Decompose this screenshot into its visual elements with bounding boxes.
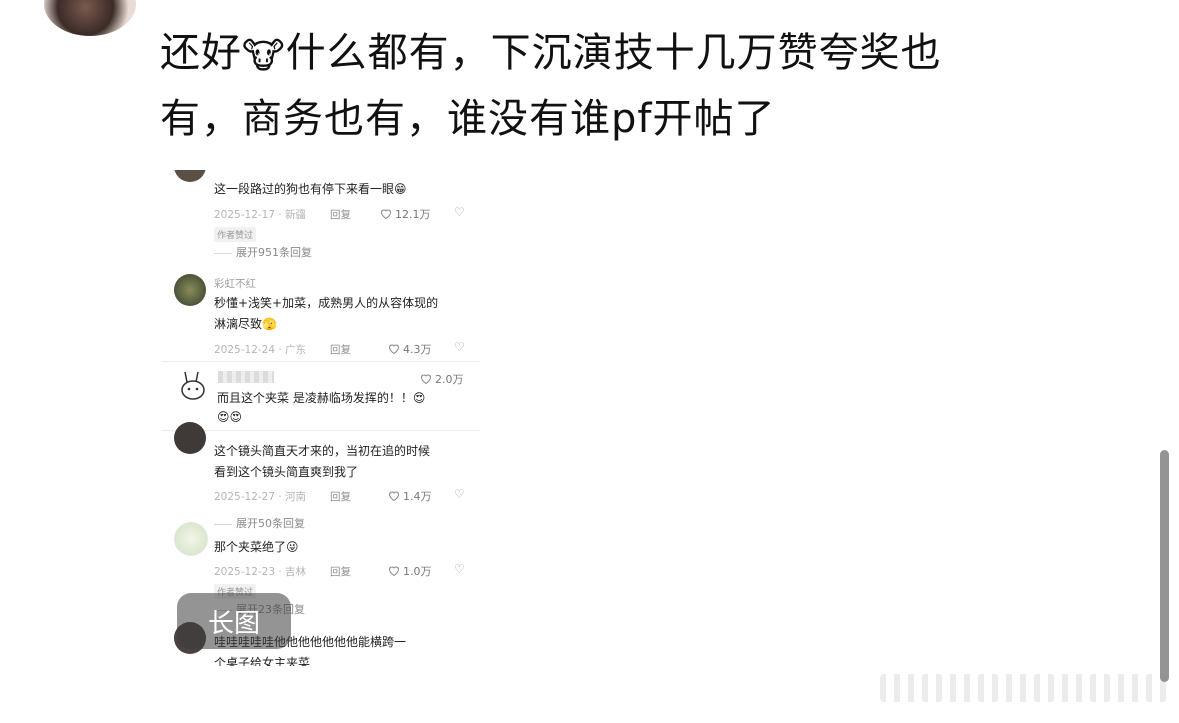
reply-button: 回复 bbox=[330, 491, 351, 503]
scrollbar[interactable] bbox=[1160, 450, 1169, 682]
comment-avatar bbox=[174, 522, 208, 556]
dislike-icon: ♡ bbox=[454, 562, 465, 576]
heart-outline-icon bbox=[380, 209, 392, 219]
comment-text-line2: 看到这个镜头简直爽到我了 bbox=[214, 465, 359, 479]
like-count: 2.0万 bbox=[420, 371, 464, 387]
comment-text-line2: 😍😍 bbox=[217, 410, 243, 424]
heart-outline-icon bbox=[388, 491, 400, 501]
heart-outline-icon bbox=[388, 344, 400, 354]
heart-outline-icon bbox=[388, 566, 400, 576]
long-image-badge[interactable]: 长图 bbox=[177, 593, 291, 649]
reply-button: 回复 bbox=[330, 344, 351, 356]
dislike-icon: ♡ bbox=[454, 340, 465, 354]
post-line-2: 有，商务也有，谁没有谁pf开帖了 bbox=[160, 96, 776, 142]
comment-text-line2: 淋漓尽致🫣 bbox=[214, 317, 277, 331]
comment-text-line2: 个桌子给女主夹菜 bbox=[214, 656, 311, 666]
comment-date-location: 2025-12-24 · 广东 bbox=[214, 344, 307, 356]
comment-text: 这一段路过的狗也有停下来看一眼😁 bbox=[214, 182, 407, 196]
comment-text-line1: 秒懂+浅笑+加菜，成熟男人的从容体现的 bbox=[214, 296, 439, 310]
comment-date-location: 2025-12-23 · 吉林 bbox=[214, 566, 307, 578]
comment-date-location: 2025-12-17 · 新疆 bbox=[214, 209, 307, 221]
comment-date-location: 2025-12-27 · 河南 bbox=[214, 491, 307, 503]
like-count: 12.1万 bbox=[380, 206, 431, 222]
heart-outline-icon bbox=[420, 374, 432, 384]
comment-avatar bbox=[174, 422, 206, 454]
comment-text-line1: 而且这个夹菜 是凌赫临场发挥的！！😍 bbox=[217, 391, 426, 405]
like-count: 1.4万 bbox=[388, 488, 432, 504]
dislike-icon: ♡ bbox=[454, 487, 465, 501]
reply-button: 回复 bbox=[330, 566, 351, 578]
comment-avatar bbox=[174, 274, 206, 306]
like-count: 1.0万 bbox=[388, 563, 432, 579]
watermark-strip bbox=[880, 674, 1170, 702]
rabbit-doodle-avatar-icon bbox=[181, 371, 205, 400]
expand-replies: 展开951条回复 bbox=[214, 244, 312, 260]
like-count: 4.3万 bbox=[388, 341, 432, 357]
dislike-icon: ♡ bbox=[454, 205, 465, 219]
comment-text: 那个夹菜绝了😜 bbox=[214, 540, 299, 554]
author-liked-tag: 作者赞过 bbox=[214, 227, 257, 242]
comment-avatar bbox=[174, 170, 206, 182]
post-line-1: 还好🐮什么都有，下沉演技十几万赞夸奖也 bbox=[160, 22, 1120, 88]
comment-text-line1: 这个镜头简直天才来的，当初在追的时候 bbox=[214, 444, 431, 458]
reply-button: 回复 bbox=[330, 209, 351, 221]
cow-emoji-icon: 🐮 bbox=[242, 36, 286, 77]
expand-replies: 展开50条回复 bbox=[214, 515, 305, 531]
comment-username: 彩虹不红 bbox=[214, 278, 256, 290]
blurred-username bbox=[218, 371, 274, 383]
post-body: 还好🐮什么都有，下沉演技十几万赞夸奖也 有，商务也有，谁没有谁pf开帖了 bbox=[160, 22, 1120, 150]
embedded-comment-screenshot[interactable]: 这一段路过的狗也有停下来看一眼😁 2025-12-17 · 新疆 回复 12.1… bbox=[162, 170, 480, 666]
poster-avatar[interactable] bbox=[44, 0, 136, 36]
